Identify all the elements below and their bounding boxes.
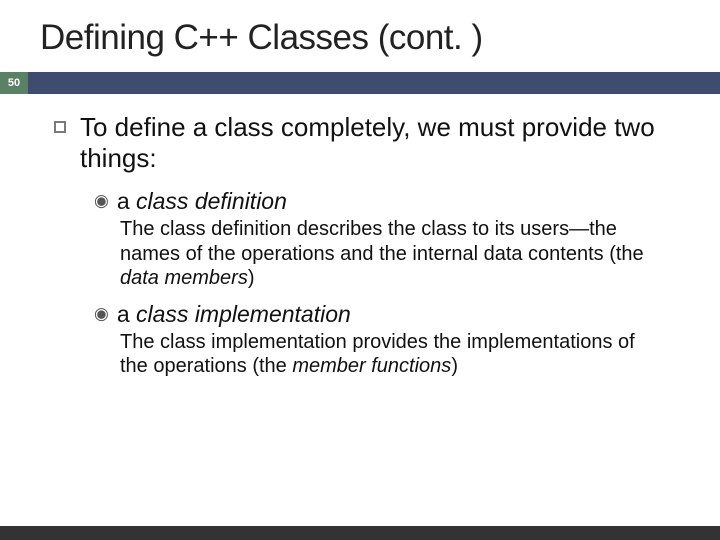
slide: Defining C++ Classes (cont. ) 50 To defi… bbox=[0, 0, 720, 540]
sub-bullet-1: ◉ a class definition The class definitio… bbox=[94, 188, 690, 290]
content-area: To define a class completely, we must pr… bbox=[0, 94, 720, 378]
slide-title: Defining C++ Classes (cont. ) bbox=[0, 0, 720, 58]
sub-label-prefix: a bbox=[117, 301, 136, 327]
main-bullet: To define a class completely, we must pr… bbox=[54, 112, 690, 174]
sub-bullet-desc: The class definition describes the class… bbox=[120, 217, 690, 290]
sub-bullet-row: ◉ a class implementation bbox=[94, 301, 690, 328]
target-bullet-icon: ◉ bbox=[94, 191, 109, 211]
desc-italic: data members bbox=[120, 267, 248, 289]
divider-bar: 50 bbox=[0, 72, 720, 94]
sub-bullet-2: ◉ a class implementation The class imple… bbox=[94, 301, 690, 379]
slide-number: 50 bbox=[0, 72, 28, 94]
desc-italic: member functions bbox=[292, 355, 451, 377]
main-bullet-text: To define a class completely, we must pr… bbox=[80, 112, 690, 174]
sub-label-italic: class definition bbox=[136, 188, 287, 214]
desc-before: The class definition describes the class… bbox=[120, 218, 644, 264]
desc-after: ) bbox=[451, 355, 458, 377]
nav-strip bbox=[0, 526, 720, 540]
sub-bullet-label: a class definition bbox=[117, 188, 287, 215]
sub-label-prefix: a bbox=[117, 188, 136, 214]
target-bullet-icon: ◉ bbox=[94, 304, 109, 324]
sub-label-italic: class implementation bbox=[136, 301, 351, 327]
square-bullet-icon bbox=[54, 121, 66, 133]
sub-bullet-desc: The class implementation provides the im… bbox=[120, 330, 690, 379]
sub-bullet-row: ◉ a class definition bbox=[94, 188, 690, 215]
desc-after: ) bbox=[248, 267, 255, 289]
sub-bullet-label: a class implementation bbox=[117, 301, 351, 328]
